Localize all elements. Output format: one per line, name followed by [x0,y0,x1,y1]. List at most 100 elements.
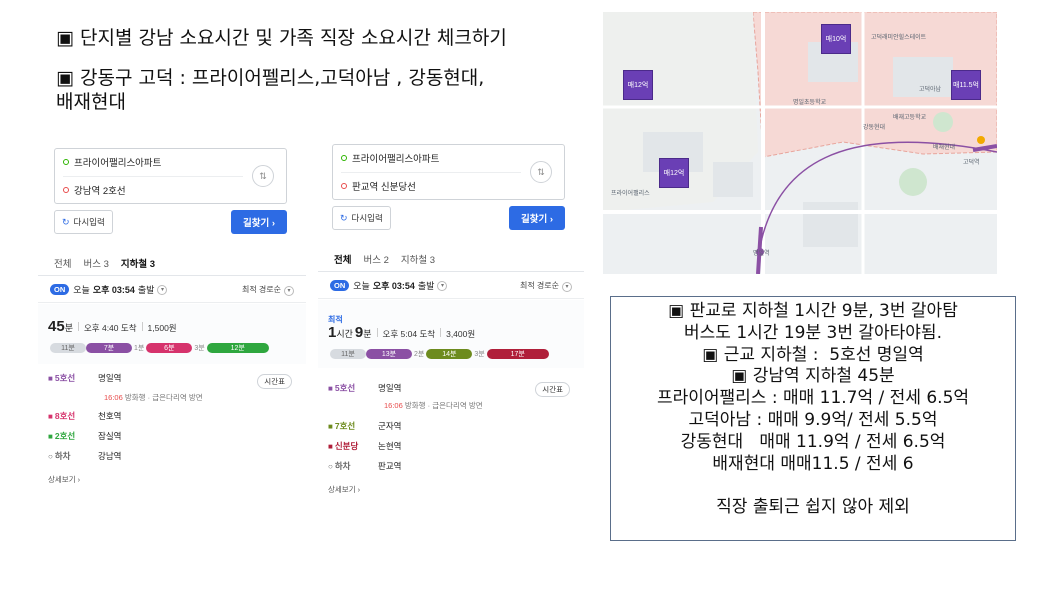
refresh-icon: ↻ [340,212,348,223]
map-label: 고덕아남 [919,87,942,93]
on-badge: ON [50,284,70,295]
note-line: 배재현대 매매11.5 / 전세 6 [712,453,914,474]
destination-field[interactable]: 판교역 신분당선 [341,177,416,195]
train-icon: ■ [48,374,53,383]
price-marker[interactable]: 매10억 [821,24,851,54]
detail-link[interactable]: 상세보기 › [48,474,80,485]
map-view[interactable]: 매12억 매10억 매11.5억 매12억 고덕래미안힐스테이트 고덕아남 배재현대 강동현… [603,12,997,274]
map-label: 배재고등학교 [893,115,927,121]
transport-tabs: 전체 버스 3 지하철 3 [38,250,306,276]
train-icon: ■ [328,442,333,451]
reset-button[interactable]: ↻ 다시입력 [54,210,113,234]
note-line: 버스도 1시간 19분 3번 갈아타야됨. [684,322,942,343]
tab-bus[interactable]: 버스 2 [363,252,388,266]
train-icon: ■ [328,422,333,431]
station-name: 천호역 [98,411,122,421]
refresh-icon: ↻ [62,216,70,227]
swap-icon[interactable]: ⇅ [252,165,274,187]
tab-bus[interactable]: 버스 3 [83,256,108,270]
map-label: 배재현대 [933,145,956,151]
station-name: 명일역 [378,383,402,393]
route-input-box: 프라이어팰리스아파트 강남역 2호선 ⇅ [54,148,287,204]
search-route-button[interactable]: 길찾기 › [231,210,287,234]
stop-row: ■ 7호선 군자역 [328,418,574,434]
station-name: 논현역 [378,441,402,451]
sort-dropdown[interactable]: 최적 경로순 ▾ [242,284,294,296]
price-marker[interactable]: 매11.5억 [951,70,981,100]
subway-segment: 14분 [426,349,473,359]
map-label: 고덕역 [963,160,980,166]
tab-subway[interactable]: 지하철 3 [401,252,435,266]
subway-segment: 12분 [206,343,269,353]
note-line: 직장 출퇴근 쉽지 않아 제외 [716,497,910,518]
walk-segment: 11분 [50,343,86,353]
walk-segment: 11분 [330,349,366,359]
swap-icon[interactable]: ⇅ [530,161,552,183]
subway-segment: 6분 [146,343,193,353]
train-direction: 16:06 방화행 · 급은다리역 방면 [384,401,483,410]
origin-dot-icon [341,155,347,161]
train-icon: ■ [328,384,333,393]
slide-heading-3: 배재현대 [56,91,126,113]
train-direction: 16:06 방화행 · 급은다리역 방면 [104,393,203,402]
train-icon: ■ [48,432,53,441]
note-line: 고덕아남 : 매매 9.9억/ 전세 5.5억 [688,409,938,430]
stop-row: ○ 하차 판교역 [328,458,574,474]
chevron-down-icon: ▾ [157,284,168,295]
tab-all[interactable]: 전체 [54,256,71,270]
stop-row: ■ 신분당 논현역 [328,438,574,454]
station-name: 판교역 [378,461,402,471]
map-label: 강동현대 [863,125,886,131]
destination-dot-icon [63,187,69,193]
subway-segment: 17분 [486,349,549,359]
line-label: ■ 8호선 [48,411,76,421]
route-panel-gangnam: 프라이어팰리스아파트 강남역 2호선 ⇅ ↻ 다시입력 길찾기 › 전체 버스 3… [38,140,306,492]
sort-dropdown[interactable]: 최적 경로순 ▾ [520,280,572,292]
origin-field[interactable]: 프라이어팰리스아파트 [341,149,439,167]
note-box: ▣ 판교로 지하철 1시간 9분, 3번 갈아탐 버스도 1시간 19분 3번 갈… [610,296,1016,541]
subway-segment: 7분 [86,343,132,353]
tab-subway[interactable]: 지하철 3 [121,256,155,270]
line-label: ■ 5호선 [48,373,76,383]
chevron-down-icon: ▾ [284,285,294,296]
route-summary[interactable]: 최적 1 시간 9분 오후 5:04 도착 3,400원 11분 13분 2분 14분 3… [318,300,584,368]
line-label: ■ 7호선 [328,421,356,431]
line-label: ■ 2호선 [48,431,76,441]
detail-link[interactable]: 상세보기 › [328,484,360,495]
slide-heading-1: ▣ 단지별 강남 소요시간 및 가족 직장 소요시간 체크하기 [56,27,507,49]
transport-tabs: 전체 버스 2 지하철 3 [318,246,584,272]
origin-field[interactable]: 프라이어팰리스아파트 [63,153,161,171]
departure-time-bar[interactable]: ON 오늘 오후 03:54 출발 ▾ 최적 경로순 ▾ [38,277,306,303]
note-line: ▣ 강남역 지하철 45분 [731,366,895,387]
map-label: 프라이어팰리스 [611,191,650,197]
note-line: ▣ 근교 지하철 : 5호선 명일역 [702,344,924,365]
map-label: 명일초등학교 [793,100,827,106]
line-label: ■ 5호선 [328,383,356,393]
chevron-down-icon: ▾ [562,281,572,292]
timetable-button[interactable]: 시간표 [257,374,292,389]
segment-bar: 11분 7분 1분 6분 3분 12분 [50,342,269,354]
map-label: 고덕래미안힐스테이트 [871,35,927,41]
transfer-time: 1분 [134,345,145,352]
route-panel-pangyo: 프라이어팰리스아파트 판교역 신분당선 ⇅ ↻ 다시입력 길찾기 › 전체 버스 … [318,136,584,502]
line-label: ■ 신분당 [328,441,359,451]
reset-button[interactable]: ↻ 다시입력 [332,206,391,230]
route-summary[interactable]: 45 분 오후 4:40 도착 1,500원 11분 7분 1분 6분 3분 12분 [38,304,306,364]
map-label: 명일역 [753,251,770,257]
line-label: ○ 하차 [48,451,71,461]
price-marker[interactable]: 매12억 [623,70,653,100]
train-icon: ■ [48,412,53,421]
station-name: 명일역 [98,373,122,383]
tab-all[interactable]: 전체 [334,252,351,266]
route-duration: 45 분 오후 4:40 도착 1,500원 [48,318,177,335]
price-marker[interactable]: 매12억 [659,158,689,188]
timetable-button[interactable]: 시간표 [535,382,570,397]
on-badge: ON [330,280,350,291]
destination-field[interactable]: 강남역 2호선 [63,181,126,199]
stop-row: ■ 8호선 천호역 [48,408,296,424]
note-line: ▣ 판교로 지하철 1시간 9분, 3번 갈아탐 [668,301,958,321]
exit-dot-icon: ○ [328,462,333,471]
station-name: 강남역 [98,451,122,461]
search-route-button[interactable]: 길찾기 › [509,206,565,230]
departure-time-bar[interactable]: ON 오늘 오후 03:54 출발 ▾ 최적 경로순 ▾ [318,273,584,299]
